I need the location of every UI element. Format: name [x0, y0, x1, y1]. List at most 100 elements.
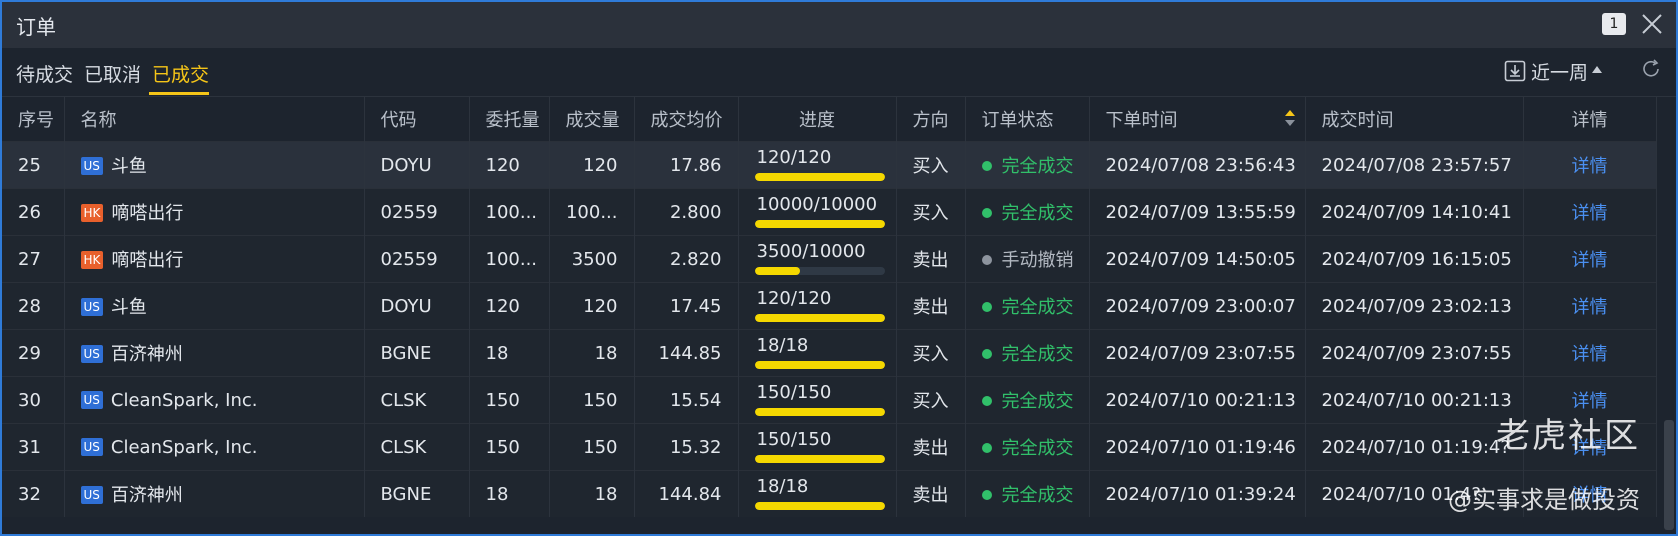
status-dot-icon: [981, 208, 992, 218]
cell-avg-price: 15.32: [634, 423, 739, 471]
progress-bar: [754, 502, 885, 510]
cell-order-qty: 150: [469, 423, 550, 471]
progress-bar: [754, 314, 885, 322]
cell-fill-time: 2024/07/09 14:10:41: [1305, 188, 1524, 236]
cell-direction: 卖出: [896, 282, 966, 330]
progress-fill: [754, 314, 885, 322]
cell-order-time: 2024/07/10 01:39:24: [1089, 470, 1306, 517]
cell-direction: 买入: [896, 376, 966, 424]
cell-seq: 32: [2, 470, 65, 517]
cell-seq: 29: [2, 329, 65, 377]
cell-fill-time: 2024/07/09 23:07:55: [1305, 329, 1524, 377]
progress-fill: [754, 173, 885, 181]
cell-name: HK 嘀嗒出行: [64, 235, 365, 283]
cell-order-qty: 18: [469, 329, 550, 377]
table-row[interactable]: 30 US CleanSpark, Inc. CLSK 150 150 15.54 150/1…: [2, 376, 1657, 424]
col-direction[interactable]: 方向: [896, 97, 966, 142]
col-fill-time[interactable]: 成交时间: [1305, 97, 1524, 142]
detail-link[interactable]: 详情: [1572, 344, 1608, 365]
cell-filled-qty: 18: [549, 329, 635, 377]
table-row[interactable]: 29 US 百济神州 BGNE 18 18 144.85 18/18 买入 完全成交 2024/07…: [2, 329, 1657, 377]
cell-name: HK 嘀嗒出行: [64, 188, 365, 236]
period-label: 近一周: [1530, 62, 1588, 84]
cell-order-time: 2024/07/09 23:00:07: [1089, 282, 1306, 330]
cell-code: DOYU: [364, 141, 470, 189]
progress-fill: [754, 267, 800, 275]
market-badge: US: [80, 157, 103, 175]
cell-status: 完全成交: [965, 141, 1090, 189]
col-order-qty[interactable]: 委托量: [469, 97, 550, 142]
table-row[interactable]: 27 HK 嘀嗒出行 02559 100... 3500 2.820 3500/10000 卖出…: [2, 235, 1657, 283]
cell-order-qty: 150: [469, 376, 550, 424]
cell-order-qty: 100...: [469, 188, 550, 236]
close-icon[interactable]: [1638, 10, 1666, 38]
cell-fill-time: 2024/07/08 23:57:57: [1305, 141, 1524, 189]
detail-link[interactable]: 详情: [1572, 297, 1608, 318]
table-row[interactable]: 31 US CleanSpark, Inc. CLSK 150 150 15.32 150/1…: [2, 423, 1657, 471]
col-status[interactable]: 订单状态: [965, 97, 1090, 142]
caret-up-icon[interactable]: [1592, 65, 1602, 73]
stock-name: 嘀嗒出行: [111, 250, 184, 271]
progress-text: 120/120: [756, 147, 832, 168]
stock-name: 嘀嗒出行: [111, 203, 184, 224]
detail-link[interactable]: 详情: [1572, 250, 1608, 271]
status-text: 手动撤销: [1001, 250, 1074, 271]
cell-status: 手动撤销: [965, 235, 1090, 283]
scrollbar-thumb[interactable]: [1664, 420, 1674, 530]
status-dot-icon: [981, 396, 992, 406]
sort-icon[interactable]: [1284, 110, 1295, 126]
col-code[interactable]: 代码: [364, 97, 470, 142]
cell-code: CLSK: [364, 376, 470, 424]
cell-code: CLSK: [364, 423, 470, 471]
progress-text: 3500/10000: [756, 241, 866, 262]
cell-filled-qty: 18: [549, 470, 635, 517]
status-text: 完全成交: [1001, 438, 1074, 459]
window-count-badge[interactable]: 1: [1602, 13, 1626, 35]
cell-progress: 3500/10000: [738, 235, 897, 283]
cell-fill-time: 2024/07/09 16:15:05: [1305, 235, 1524, 283]
cell-progress: 120/120: [738, 141, 897, 189]
col-detail[interactable]: 详情: [1523, 97, 1657, 142]
cell-name: US 斗鱼: [64, 282, 365, 330]
cell-direction: 买入: [896, 188, 966, 236]
col-avg-price[interactable]: 成交均价: [634, 97, 739, 142]
cell-progress: 18/18: [738, 329, 897, 377]
cell-filled-qty: 120: [549, 282, 635, 330]
col-progress[interactable]: 进度: [738, 97, 897, 142]
cell-name: US CleanSpark, Inc.: [64, 376, 365, 424]
stock-name: 斗鱼: [110, 297, 147, 318]
cell-status: 完全成交: [965, 376, 1090, 424]
progress-bar: [754, 455, 885, 463]
col-seq[interactable]: 序号: [2, 97, 65, 142]
progress-fill: [754, 502, 885, 510]
refresh-icon[interactable]: [1640, 58, 1662, 80]
table-row[interactable]: 32 US 百济神州 BGNE 18 18 144.84 18/18 卖出 完全成交 2024/07…: [2, 470, 1657, 517]
detail-link[interactable]: 详情: [1572, 203, 1608, 224]
cell-detail: 详情: [1523, 188, 1657, 236]
cell-code: 02559: [364, 235, 470, 283]
market-badge: HK: [80, 251, 104, 269]
col-order-time[interactable]: 下单时间: [1089, 97, 1306, 142]
download-icon[interactable]: [1504, 60, 1526, 82]
watermark-brand: 老虎社区: [1496, 416, 1640, 456]
cell-order-qty: 120: [469, 141, 550, 189]
progress-text: 120/120: [756, 288, 832, 309]
table-row[interactable]: 26 HK 嘀嗒出行 02559 100... 100... 2.800 10000/1000…: [2, 188, 1657, 236]
period-dropdown[interactable]: 近一周: [1531, 58, 1588, 85]
cell-code: DOYU: [364, 282, 470, 330]
tab-filled[interactable]: 已成交: [152, 60, 209, 87]
table-row[interactable]: 25 US 斗鱼 DOYU 120 120 17.86 120/120 买入 完全成交 2024/0…: [2, 141, 1657, 189]
detail-link[interactable]: 详情: [1572, 156, 1608, 177]
cell-status: 完全成交: [965, 282, 1090, 330]
tab-cancelled[interactable]: 已取消: [84, 60, 141, 87]
tab-pending[interactable]: 待成交: [16, 60, 73, 87]
cell-avg-price: 17.45: [634, 282, 739, 330]
table-row[interactable]: 28 US 斗鱼 DOYU 120 120 17.45 120/120 卖出 完全成交 2024/0…: [2, 282, 1657, 330]
cell-direction: 买入: [896, 329, 966, 377]
col-filled-qty[interactable]: 成交量: [549, 97, 635, 142]
progress-text: 150/150: [756, 429, 832, 450]
cell-detail: 详情: [1523, 141, 1657, 189]
cell-progress: 120/120: [738, 282, 897, 330]
progress-fill: [754, 455, 885, 463]
col-name[interactable]: 名称: [64, 97, 365, 142]
